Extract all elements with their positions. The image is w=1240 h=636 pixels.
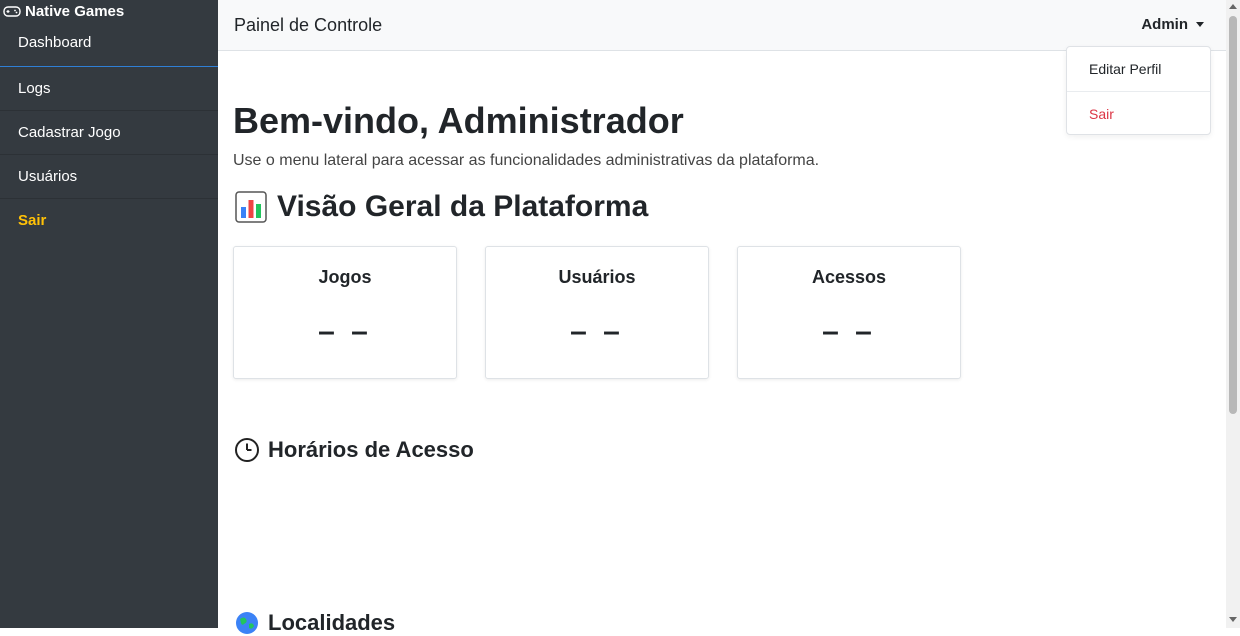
stat-card-jogos: Jogos – – xyxy=(233,246,457,379)
welcome-heading: Bem-vindo, Administrador xyxy=(233,100,684,141)
globe-icon xyxy=(234,610,260,636)
stat-card-value: – – xyxy=(570,315,624,348)
page-title: Painel de Controle xyxy=(234,15,383,35)
sidebar-item-dashboard[interactable]: Dashboard xyxy=(0,22,218,67)
bar-chart-icon xyxy=(235,191,267,223)
logout-menu-item[interactable]: Sair xyxy=(1067,92,1210,136)
stat-card-title: Jogos xyxy=(318,267,372,287)
scroll-up-arrow-icon[interactable] xyxy=(1229,4,1237,9)
welcome-subtitle: Use o menu lateral para acessar as funci… xyxy=(233,152,820,169)
overview-heading: Visão Geral da Plataforma xyxy=(235,190,648,224)
locations-heading: Localidades xyxy=(234,610,395,636)
page-scrollbar[interactable] xyxy=(1226,0,1240,628)
sidebar-item-sair[interactable]: Sair xyxy=(0,199,218,243)
sidebar: Native Games Dashboard Logs Cadastrar Jo… xyxy=(0,0,218,628)
user-menu-toggle[interactable]: Admin xyxy=(1141,16,1204,33)
user-menu-label: Admin xyxy=(1141,16,1188,33)
user-dropdown-menu: Editar Perfil Sair xyxy=(1066,46,1211,135)
scroll-down-arrow-icon[interactable] xyxy=(1229,617,1237,622)
topbar: Painel de Controle Admin xyxy=(218,0,1226,51)
clock-icon xyxy=(234,437,260,463)
stat-card-value: – – xyxy=(318,315,372,348)
stat-card-title: Usuários xyxy=(558,267,636,287)
sidebar-item-logs[interactable]: Logs xyxy=(0,67,218,111)
sidebar-item-usuarios[interactable]: Usuários xyxy=(0,155,218,199)
access-hours-heading: Horários de Acesso xyxy=(234,437,474,463)
section-title: Localidades xyxy=(268,610,396,635)
gamepad-icon xyxy=(3,4,21,18)
overview-title: Visão Geral da Plataforma xyxy=(277,190,649,223)
stat-card-usuarios: Usuários – – xyxy=(485,246,709,379)
brand-label: Native Games xyxy=(25,2,125,20)
section-title: Horários de Acesso xyxy=(268,437,474,462)
brand[interactable]: Native Games xyxy=(0,0,218,22)
sidebar-item-cadastrar-jogo[interactable]: Cadastrar Jogo xyxy=(0,111,218,155)
scrollbar-thumb[interactable] xyxy=(1229,16,1237,414)
edit-profile-menu-item[interactable]: Editar Perfil xyxy=(1067,47,1210,92)
stat-card-value: – – xyxy=(822,315,876,348)
stat-card-title: Acessos xyxy=(811,267,887,287)
stat-card-acessos: Acessos – – xyxy=(737,246,961,379)
chevron-down-icon xyxy=(1196,22,1204,27)
